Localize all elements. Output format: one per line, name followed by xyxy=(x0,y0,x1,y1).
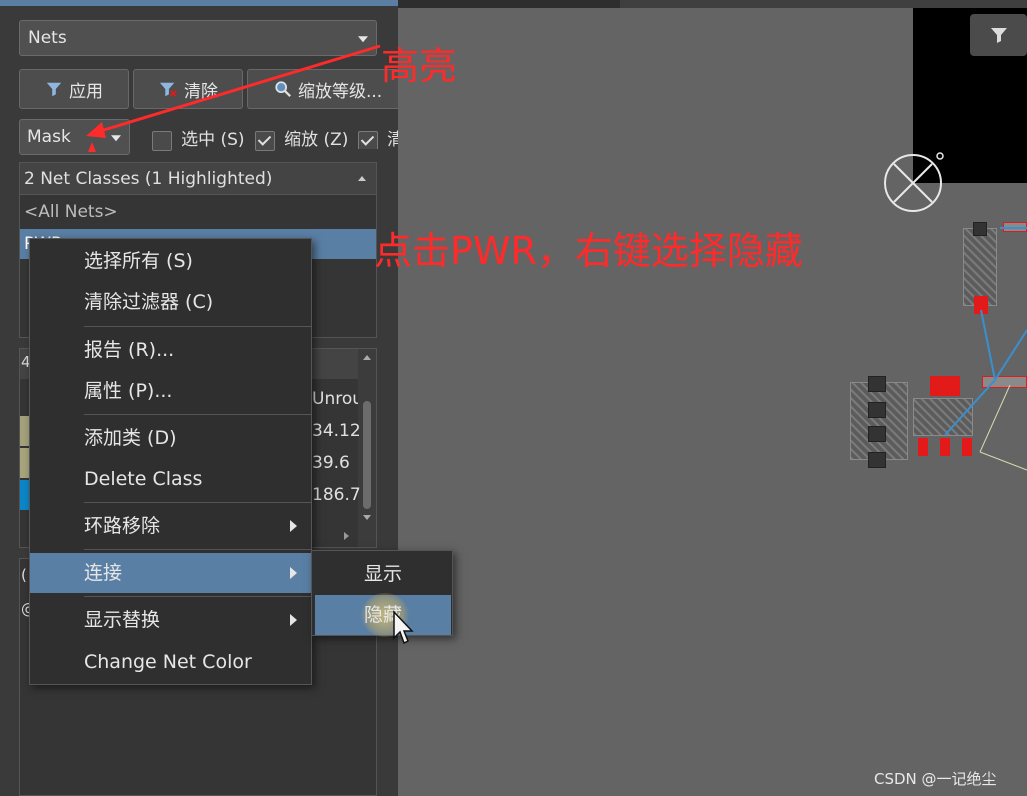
sort-up-icon xyxy=(358,176,366,181)
menu-item-display-override[interactable]: 显示替换 xyxy=(30,600,311,640)
scrollbar-thumb[interactable] xyxy=(363,401,371,509)
unrouted-value: 34.12 xyxy=(312,421,361,441)
net-class-all-nets: <All Nets> xyxy=(24,202,118,222)
hscroll-right-icon[interactable] xyxy=(344,532,349,540)
mouse-cursor-icon xyxy=(393,610,414,645)
menu-item-add-class[interactable]: 添加类 (D) xyxy=(30,418,311,458)
canvas-tab-strip-right xyxy=(620,0,1027,8)
unrouted-column-header: Unrou xyxy=(312,389,358,409)
menu-item-label: Change Net Color xyxy=(84,651,252,673)
net-classes-header[interactable]: 2 Net Classes (1 Highlighted) xyxy=(20,163,376,195)
menu-separator xyxy=(84,414,311,415)
menu-item-label: 报告 (R)... xyxy=(84,339,175,361)
primitives-list-stub: ( xyxy=(21,566,27,584)
ratsnest-lines xyxy=(944,227,1027,471)
menu-item-label: Delete Class xyxy=(84,468,203,490)
submenu-item-label: 显示 xyxy=(363,563,402,585)
chevron-right-icon xyxy=(290,520,297,532)
annotation-highlight: 高亮 xyxy=(381,44,458,88)
annotation-instruction: 点击PWR，右键选择隐藏 xyxy=(374,229,803,273)
menu-item-connections[interactable]: 连接 xyxy=(30,553,311,593)
funnel-icon xyxy=(46,82,62,97)
panel-title-bar xyxy=(0,0,398,6)
menu-item-report[interactable]: 报告 (R)... xyxy=(30,330,311,370)
menu-item-change-net-color[interactable]: Change Net Color xyxy=(30,642,311,682)
nets-table-scrollbar[interactable] xyxy=(358,349,376,547)
submenu-item-show[interactable]: 显示 xyxy=(315,554,451,594)
menu-separator xyxy=(84,549,311,550)
unrouted-value: 39.6 xyxy=(312,453,350,473)
chevron-right-icon xyxy=(290,567,297,579)
menu-item-select-all[interactable]: 选择所有 (S) xyxy=(30,241,311,281)
menu-item-label: 连接 xyxy=(84,562,123,584)
scroll-up-icon[interactable] xyxy=(363,355,371,360)
menu-item-label: 清除过滤器 (C) xyxy=(84,291,214,313)
menu-separator xyxy=(84,326,311,327)
submenu-item-hide[interactable]: 隐藏 xyxy=(315,593,451,637)
scroll-down-icon[interactable] xyxy=(363,515,371,520)
unrouted-value: 186.7 xyxy=(312,485,361,505)
canvas-filter-button[interactable] xyxy=(970,14,1027,56)
menu-item-label: 显示替换 xyxy=(84,609,161,631)
list-item[interactable]: <All Nets> xyxy=(20,197,376,227)
menu-item-label: 添加类 (D) xyxy=(84,427,177,449)
chevron-right-icon xyxy=(290,614,297,626)
annotation-arrow xyxy=(86,44,381,152)
menu-item-label: 选择所有 (S) xyxy=(84,250,193,272)
filter-type-value: Nets xyxy=(28,28,67,48)
watermark: CSDN @一记绝尘 xyxy=(874,770,997,788)
menu-item-loop-removal[interactable]: 环路移除 xyxy=(30,506,311,546)
menu-item-clear-filter[interactable]: 清除过滤器 (C) xyxy=(30,282,311,322)
net-classes-header-label: 2 Net Classes (1 Highlighted) xyxy=(24,169,273,189)
connections-submenu: 显示 隐藏 xyxy=(311,550,453,637)
funnel-icon xyxy=(991,28,1007,43)
menu-separator xyxy=(84,596,311,597)
origin-marker-icon xyxy=(884,152,944,212)
mode-select-value: Mask xyxy=(27,127,71,147)
menu-item-properties[interactable]: 属性 (P)... xyxy=(30,371,311,411)
context-menu: 选择所有 (S) 清除过滤器 (C) 报告 (R)... 属性 (P)... 添… xyxy=(29,238,312,685)
menu-item-delete-class[interactable]: Delete Class xyxy=(30,459,311,499)
menu-separator xyxy=(84,502,311,503)
menu-item-label: 属性 (P)... xyxy=(84,380,173,402)
menu-item-label: 环路移除 xyxy=(84,515,161,537)
